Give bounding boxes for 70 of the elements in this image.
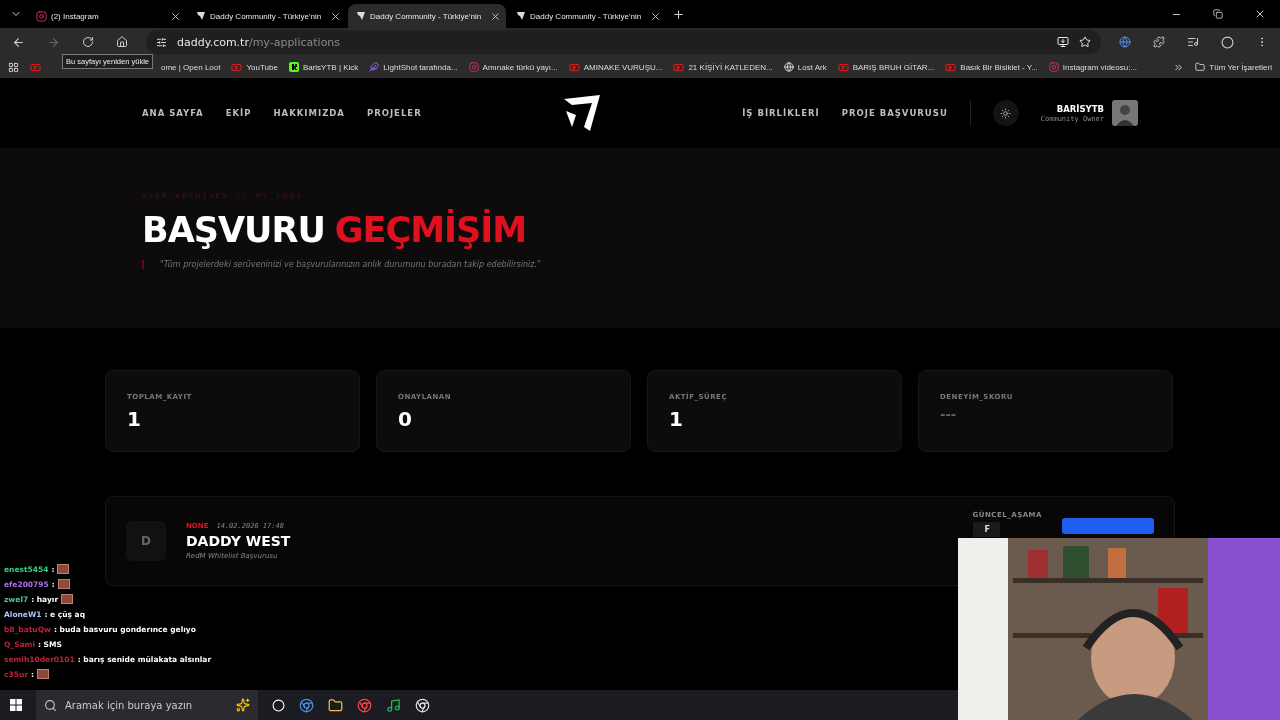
bookmark[interactable]: Basık Bir Bisiklet - Y... [945,61,1038,73]
kick-icon [288,62,299,72]
browser-tab[interactable]: Daddy Community - Türkiye'nin [348,4,506,28]
feather-icon [369,62,380,72]
bookmark[interactable]: LightShot tarafında... [369,62,458,72]
apps-icon[interactable] [8,61,19,73]
youtube-icon [837,61,849,73]
youtube-icon [568,61,580,73]
folder-icon[interactable] [328,697,343,713]
bookmark[interactable]: 21 KİŞİYİ KATLEDEN... [673,61,773,73]
browser-tab[interactable]: Daddy Community - Türkiye'nin [508,4,666,28]
instagram-icon [1048,62,1059,72]
bookmark[interactable]: YouTube [231,61,278,73]
install-icon[interactable] [1057,36,1069,48]
stage-chip: F [972,522,1001,537]
address-bar[interactable]: daddy.com.tr/my-applications [146,30,1101,54]
bookmark-star-icon[interactable] [1079,36,1091,48]
bookmark[interactable]: Amınake türkü yayı... [468,62,558,72]
nav-link[interactable]: PROJELER [366,108,422,118]
browser-icon[interactable] [299,697,314,713]
bookmark[interactable]: AMINAKE VURUŞU... [568,61,663,73]
instagram-icon [468,62,479,72]
bookmark[interactable]: Lost Ark [783,62,827,72]
bookmark[interactable]: ome | Open Loot [161,62,221,72]
music-icon[interactable] [386,697,401,713]
application-name: DADDY WEST [186,533,291,549]
avatar[interactable] [1112,100,1138,126]
logo-icon [196,11,206,21]
application-initial: D [126,521,166,561]
logo-icon [356,11,366,21]
close-icon[interactable] [170,10,181,22]
theme-toggle[interactable] [992,100,1019,126]
stat-value: 1 [669,407,684,431]
youtube-icon [231,61,243,73]
browser-tab[interactable]: Daddy Community - Türkiye'nin [188,4,346,28]
logo-icon [516,11,526,21]
nav-link[interactable]: ANA SAYFA [142,108,204,118]
instagram-icon [36,10,47,22]
windows-icon[interactable] [10,699,22,711]
stat-value: --- [940,407,958,422]
all-bookmarks[interactable]: Tüm Yer İşaretleri [1195,62,1272,72]
folder-icon [1195,62,1206,72]
close-icon[interactable] [330,10,341,22]
nav-link[interactable]: PROJE BAŞVURUSU [841,108,948,118]
stat-value: 1 [127,407,142,431]
url-text: daddy.com.tr/my-applications [177,35,341,49]
nav-link[interactable]: EKİP [225,108,252,118]
page-title: BAŞVURU GEÇMİŞİM [142,210,528,250]
youtube-icon [673,61,685,73]
stat-value: 0 [398,407,413,431]
bookmark[interactable]: BarisYTB | Kick [288,62,359,72]
search-icon [44,698,57,712]
globe-icon [783,62,794,72]
restore-icon[interactable] [1213,9,1223,19]
bookmark[interactable]: BARIŞ BRUH GİTAR... [837,61,935,73]
close-icon[interactable] [650,10,661,22]
page-subtitle: "Tüm projelerdeki serüveninizi ve başvurularınızın anlık durumunu buradan takip edebilirsiniz." [142,260,1138,269]
close-icon[interactable] [1254,8,1266,20]
site-settings-icon[interactable] [156,36,167,48]
sun-icon[interactable] [1000,107,1012,119]
sparkles-icon[interactable] [236,698,250,712]
taskbar-search[interactable]: Aramak için buraya yazın [36,690,258,720]
user-name: BARİSYTB [1056,103,1104,114]
nav-link[interactable]: İŞ BİRLİKLERİ [742,108,820,118]
nav-link[interactable]: HAKKIMIZDA [273,108,345,118]
browser-tab[interactable]: (2) Instagram [28,4,186,28]
bookmark[interactable]: Instagram videosu:... [1048,62,1138,72]
youtube-icon [945,61,957,73]
close-icon[interactable] [490,10,501,22]
youtube-icon[interactable] [30,61,41,73]
